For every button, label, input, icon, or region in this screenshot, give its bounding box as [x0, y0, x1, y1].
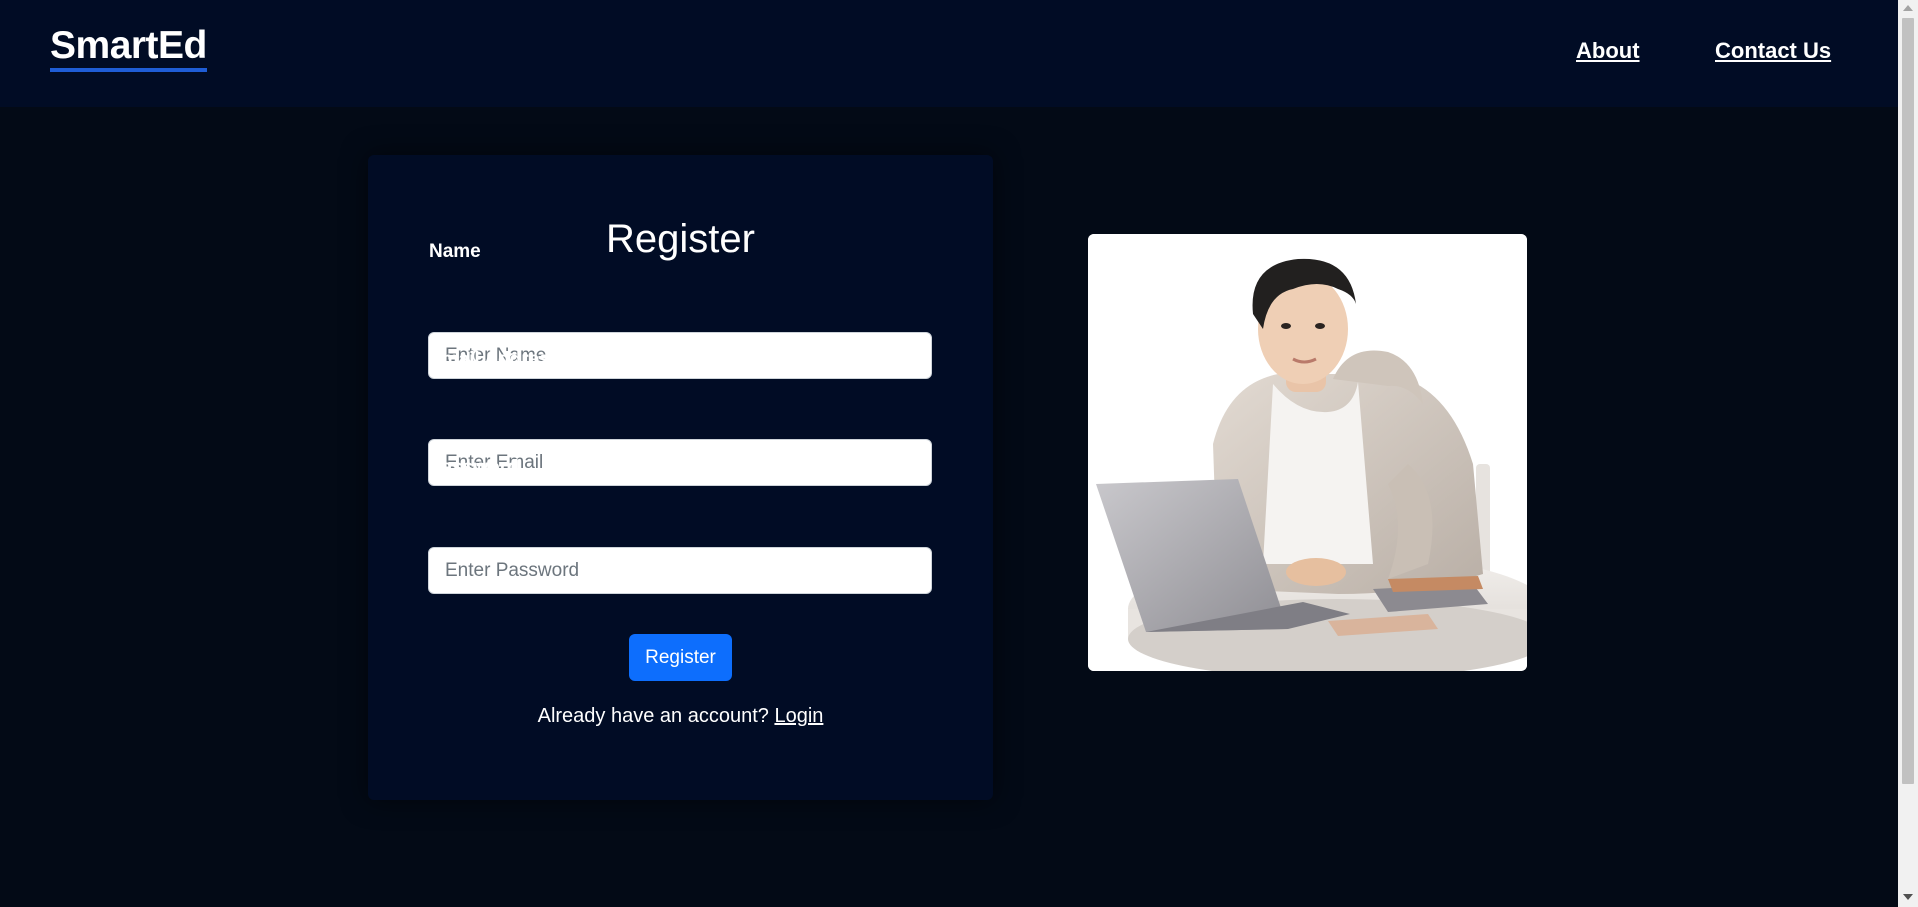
password-label: Password [429, 457, 519, 478]
nav-link-about[interactable]: About [1576, 38, 1640, 64]
student-with-laptop-icon [1088, 234, 1527, 671]
password-input[interactable] [428, 547, 932, 594]
scroll-up-icon[interactable] [1903, 5, 1913, 11]
scroll-down-icon[interactable] [1903, 894, 1913, 900]
login-prompt: Already have an account? Login [368, 705, 993, 728]
name-label: Name [429, 241, 481, 262]
login-prompt-text: Already have an account? [537, 705, 769, 727]
email-label: Email Address [429, 349, 561, 370]
login-link[interactable]: Login [774, 705, 823, 727]
register-page: SmartEd About Contact Us Register Name E… [0, 0, 1918, 907]
scrollbar-thumb[interactable] [1902, 18, 1914, 784]
nav-link-contact-us[interactable]: Contact Us [1715, 38, 1831, 64]
register-button[interactable]: Register [629, 634, 732, 681]
register-card: Register Name Email Address Password Reg… [368, 155, 993, 800]
navbar: SmartEd About Contact Us [0, 0, 1898, 107]
vertical-scrollbar[interactable] [1898, 0, 1918, 907]
brand-logo[interactable]: SmartEd [50, 25, 207, 72]
student-laptop-illustration [1088, 234, 1527, 671]
